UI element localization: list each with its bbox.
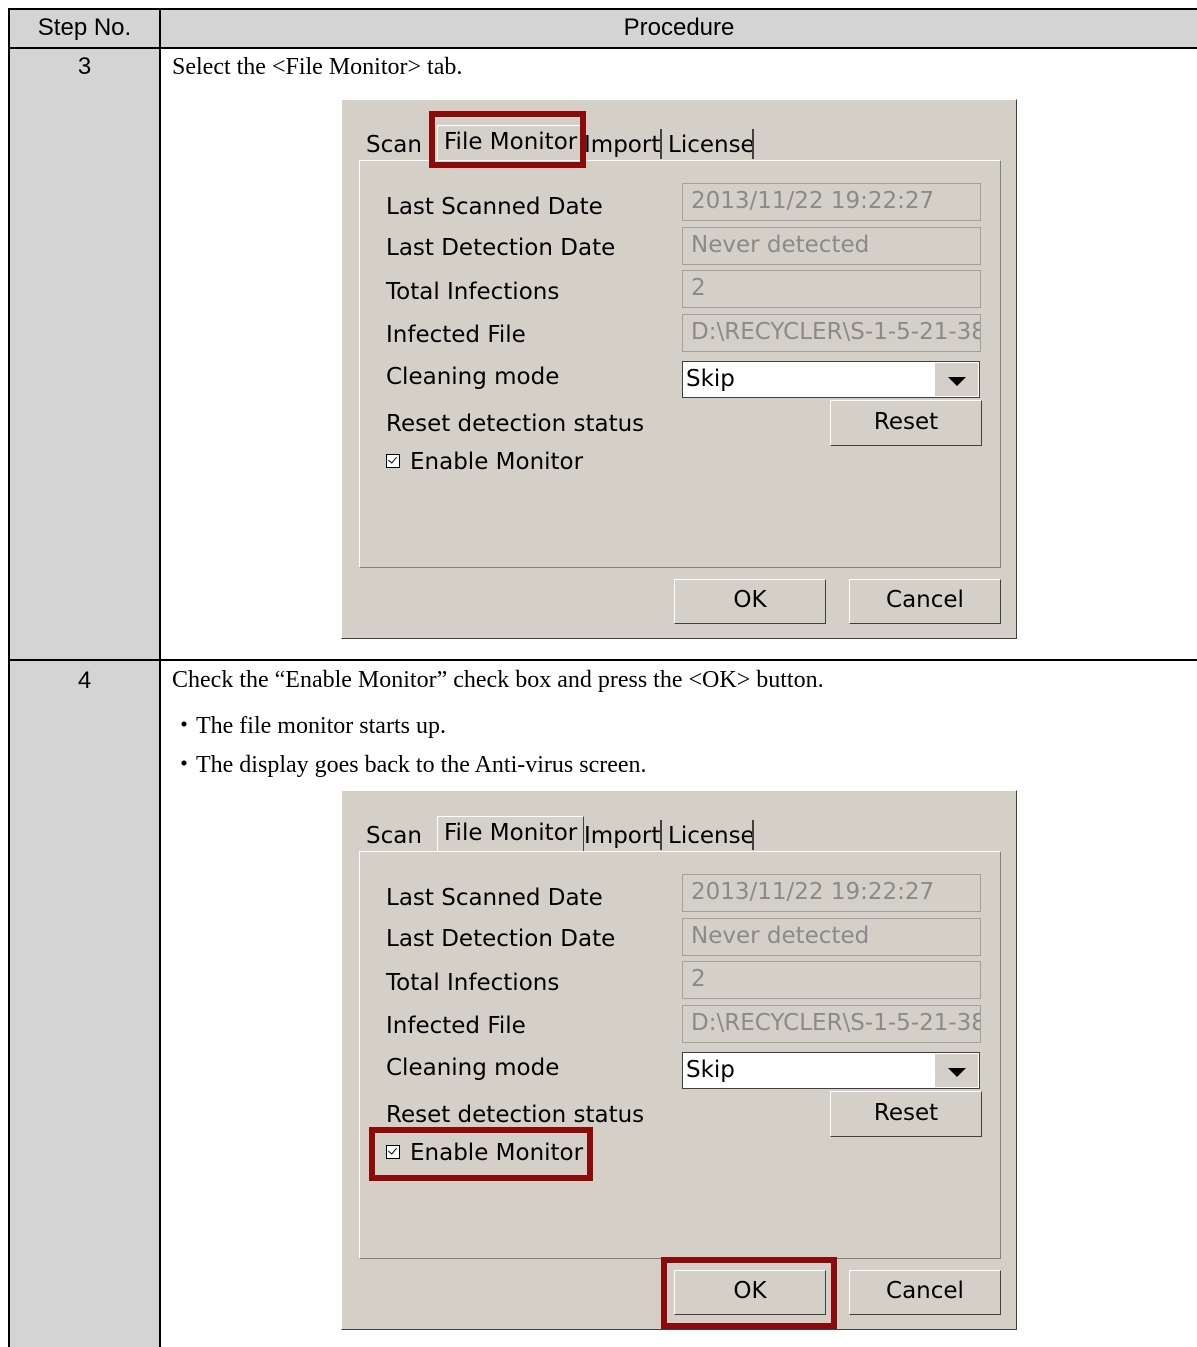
total-infections-field: 2 (682, 270, 981, 308)
infected-file-label: Infected File (386, 322, 526, 348)
checkbox-checked-icon[interactable] (386, 1145, 400, 1159)
cleaning-mode-label: Cleaning mode (386, 1055, 560, 1081)
antivirus-dialog: Scan File Monitor Import License Last Sc… (341, 99, 1017, 639)
total-infections-field: 2 (682, 961, 981, 999)
tab-import[interactable]: Import (584, 129, 660, 161)
step-bullet: ・The display goes back to the Anti-virus… (172, 752, 647, 778)
last-detection-field: Never detected (682, 227, 981, 265)
total-infections-label: Total Infections (386, 970, 560, 996)
tab-license[interactable]: License (668, 129, 755, 161)
chevron-down-icon[interactable] (934, 1054, 978, 1087)
step-number: 3 (77, 53, 92, 80)
cancel-button[interactable]: Cancel (849, 1270, 1001, 1315)
step-column-header: Step No. (9, 9, 160, 47)
infected-file-field: D:\RECYCLER\S-1-5-21-384 (682, 314, 981, 352)
tab-separator (752, 820, 754, 850)
reset-detection-label: Reset detection status (386, 1102, 645, 1128)
enable-monitor-checkbox[interactable]: Enable Monitor (386, 1140, 583, 1166)
step-cell-3 (9, 48, 160, 659)
chevron-down-icon[interactable] (934, 363, 978, 396)
last-scanned-label: Last Scanned Date (386, 885, 603, 911)
step-instruction: Check the “Enable Monitor” check box and… (172, 667, 824, 693)
cleaning-mode-value: Skip (686, 366, 735, 392)
tab-license[interactable]: License (668, 820, 755, 852)
last-detection-label: Last Detection Date (386, 926, 616, 952)
infected-file-label: Infected File (386, 1013, 526, 1039)
header-divider (9, 47, 1197, 49)
last-scanned-label: Last Scanned Date (386, 194, 603, 220)
cancel-button[interactable]: Cancel (849, 579, 1001, 624)
infected-file-field: D:\RECYCLER\S-1-5-21-384 (682, 1005, 981, 1043)
procedure-column-header: Procedure (161, 9, 1197, 47)
enable-monitor-checkbox[interactable]: Enable Monitor (386, 449, 583, 475)
reset-button[interactable]: Reset (830, 1091, 982, 1137)
step-header-label: Step No. (37, 14, 132, 41)
tab-file-monitor[interactable]: File Monitor (437, 125, 585, 161)
cleaning-mode-select[interactable]: Skip (682, 361, 980, 398)
reset-button[interactable]: Reset (830, 400, 982, 446)
total-infections-label: Total Infections (386, 279, 560, 305)
last-detection-label: Last Detection Date (386, 235, 616, 261)
tab-file-monitor[interactable]: File Monitor (437, 816, 585, 852)
last-scanned-field: 2013/11/22 19:22:27 (682, 183, 981, 221)
last-scanned-field: 2013/11/22 19:22:27 (682, 874, 981, 912)
checkbox-checked-icon[interactable] (386, 454, 400, 468)
tab-import[interactable]: Import (584, 820, 660, 852)
step-bullet: ・The file monitor starts up. (172, 713, 446, 739)
tab-separator (752, 129, 754, 159)
row-divider (9, 659, 1197, 661)
step-cell-4 (9, 661, 160, 1347)
tab-scan[interactable]: Scan (366, 129, 422, 161)
table-border-top (9, 8, 1197, 10)
tab-scan[interactable]: Scan (366, 820, 422, 852)
ok-button[interactable]: OK (674, 579, 826, 624)
reset-detection-label: Reset detection status (386, 411, 645, 437)
tab-separator (660, 820, 662, 850)
cleaning-mode-select[interactable]: Skip (682, 1052, 980, 1089)
antivirus-dialog: Scan File Monitor Import License Last Sc… (341, 790, 1017, 1330)
ok-button[interactable]: OK (674, 1270, 826, 1315)
step-number: 4 (77, 667, 92, 694)
cleaning-mode-value: Skip (686, 1057, 735, 1083)
enable-monitor-label: Enable Monitor (410, 1140, 584, 1166)
procedure-header-label: Procedure (623, 14, 735, 41)
step-instruction: Select the <File Monitor> tab. (172, 54, 463, 80)
tab-separator (660, 129, 662, 159)
last-detection-field: Never detected (682, 918, 981, 956)
enable-monitor-label: Enable Monitor (410, 449, 584, 475)
cleaning-mode-label: Cleaning mode (386, 364, 560, 390)
